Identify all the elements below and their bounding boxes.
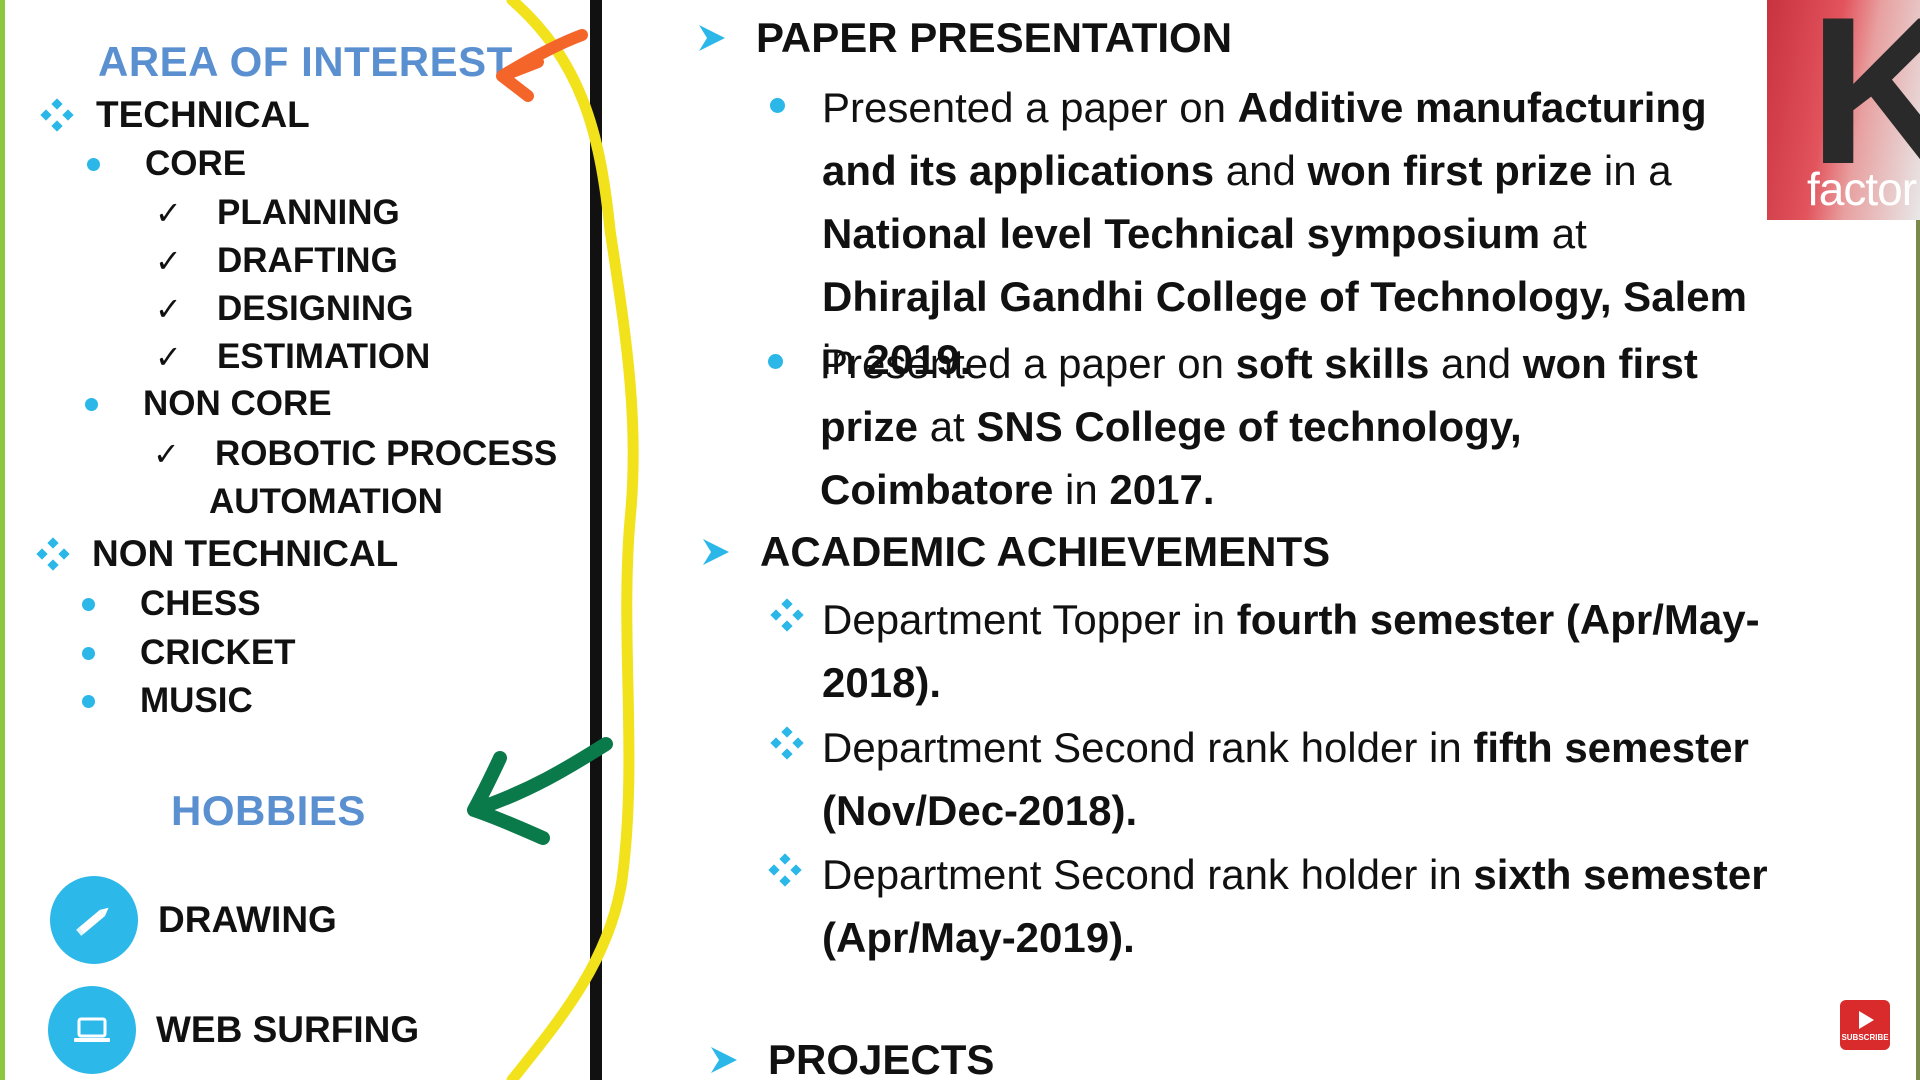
subscribe-button[interactable]: SUBSCRIBE	[1840, 1000, 1890, 1050]
paper1-bold: Dhirajlal Gandhi College of Technology, …	[822, 273, 1747, 320]
non-technical-item: NON TECHNICAL	[36, 533, 398, 575]
pencil-icon	[76, 907, 109, 936]
paper1-bold: National level Technical symposium	[822, 210, 1541, 257]
diamond-bullet-icon	[768, 853, 802, 887]
non-technical-subitem-label: CHESS	[140, 584, 261, 623]
diamond-bullet-icon	[40, 98, 74, 132]
paper2-bold: 2017.	[1109, 466, 1215, 513]
play-icon	[1859, 1010, 1874, 1029]
achievement-entry-2: Department Second rank holder in fifth s…	[822, 716, 1762, 842]
core-subitem: ✓ ESTIMATION	[155, 337, 430, 377]
achievement-text: Department Second rank holder in	[822, 851, 1474, 898]
paper2-text: and	[1429, 340, 1523, 387]
core-item: CORE	[87, 144, 246, 184]
hobby-item-drawing: DRAWING	[50, 876, 337, 964]
paper-presentation-title: PAPER PRESENTATION	[756, 14, 1233, 61]
paper2-text: in	[1053, 466, 1110, 513]
arrowhead-bullet-icon	[703, 539, 729, 565]
core-subitem: ✓ DRAFTING	[155, 241, 398, 281]
paper1-text: Presented a paper on	[822, 84, 1238, 131]
dot-bullet-icon	[770, 98, 785, 113]
non-technical-subitem-label: MUSIC	[140, 681, 253, 720]
non-core-subitem-label: AUTOMATION	[209, 482, 443, 521]
dot-bullet-icon	[85, 397, 98, 411]
technical-item: TECHNICAL	[40, 94, 310, 136]
column-divider	[590, 0, 602, 1080]
achievement-text: Department Topper in	[822, 596, 1237, 643]
check-icon: ✓	[153, 436, 180, 472]
hobby-item-web-surfing: WEB SURFING	[48, 986, 419, 1074]
non-technical-subitem: MUSIC	[82, 681, 253, 721]
paper1-text: in a	[1592, 147, 1672, 194]
core-subitem: ✓ PLANNING	[155, 193, 400, 233]
arrowhead-bullet-icon	[699, 25, 725, 51]
core-label: CORE	[145, 144, 247, 183]
paper2-bold: soft skills	[1235, 340, 1430, 387]
hobbies-heading: HOBBIES	[171, 787, 366, 834]
non-core-subitem: ✓ ROBOTIC PROCESS	[153, 434, 557, 474]
dot-bullet-icon	[768, 354, 783, 369]
k-factor-logo: K factor	[1767, 0, 1920, 220]
achievement-entry-3: Department Second rank holder in sixth s…	[822, 843, 1782, 969]
hobby-icon-circle	[48, 986, 136, 1074]
dot-bullet-icon	[82, 694, 95, 708]
diamond-bullet-icon	[770, 726, 804, 760]
laptop-icon	[74, 1017, 110, 1042]
dot-bullet-icon	[82, 646, 95, 660]
hobby-label: DRAWING	[158, 899, 337, 940]
non-core-subitem-continuation: AUTOMATION	[209, 482, 443, 522]
check-icon: ✓	[155, 243, 182, 279]
non-core-item: NON CORE	[85, 384, 332, 424]
technical-label: TECHNICAL	[96, 94, 310, 135]
achievement-text: Department Second rank holder in	[822, 724, 1474, 771]
check-icon: ✓	[155, 195, 182, 231]
left-column: AREA OF INTEREST TECHNICAL CORE ✓ PLANNI…	[0, 0, 580, 1080]
dot-bullet-icon	[87, 157, 100, 171]
core-subitem-label: DESIGNING	[217, 289, 414, 328]
core-subitem-label: DRAFTING	[217, 241, 398, 280]
check-icon: ✓	[155, 339, 182, 375]
non-technical-subitem-label: CRICKET	[140, 633, 296, 672]
hobby-label: WEB SURFING	[156, 1009, 420, 1050]
non-technical-label: NON TECHNICAL	[92, 533, 399, 574]
non-core-subitem-label: ROBOTIC PROCESS	[215, 434, 558, 473]
non-technical-subitem: CHESS	[82, 584, 261, 624]
paper2-text: Presented a paper on	[820, 340, 1236, 387]
area-of-interest-heading: AREA OF INTEREST	[98, 38, 513, 85]
paper-presentation-heading: PAPER PRESENTATION	[696, 14, 1232, 62]
academic-achievements-heading: ACADEMIC ACHIEVEMENTS	[700, 528, 1330, 576]
subscribe-label: SUBSCRIBE	[1841, 1032, 1889, 1042]
paper-entry-2: Presented a paper on soft skills and won…	[820, 332, 1740, 521]
core-subitem-label: ESTIMATION	[217, 337, 431, 376]
logo-text: factor	[1807, 163, 1917, 215]
arrowhead-bullet-icon	[711, 1047, 737, 1073]
non-core-label: NON CORE	[143, 384, 332, 423]
dot-bullet-icon	[82, 597, 95, 611]
achievement-entry-1: Department Topper in fourth semester (Ap…	[822, 588, 1782, 714]
paper1-text: and	[1214, 147, 1308, 194]
academic-achievements-title: ACADEMIC ACHIEVEMENTS	[760, 528, 1331, 575]
paper1-text: at	[1540, 210, 1587, 257]
non-technical-subitem: CRICKET	[82, 633, 296, 673]
paper2-text: at	[918, 403, 977, 450]
core-subitem: ✓ DESIGNING	[155, 289, 413, 329]
projects-heading: PROJECTS	[708, 1036, 994, 1084]
check-icon: ✓	[155, 291, 182, 327]
core-subitem-label: PLANNING	[217, 193, 400, 232]
diamond-bullet-icon	[770, 598, 804, 632]
diamond-bullet-icon	[36, 537, 70, 571]
paper1-bold: won first prize	[1307, 147, 1593, 194]
projects-title: PROJECTS	[768, 1036, 995, 1083]
hobby-icon-circle	[50, 876, 138, 964]
